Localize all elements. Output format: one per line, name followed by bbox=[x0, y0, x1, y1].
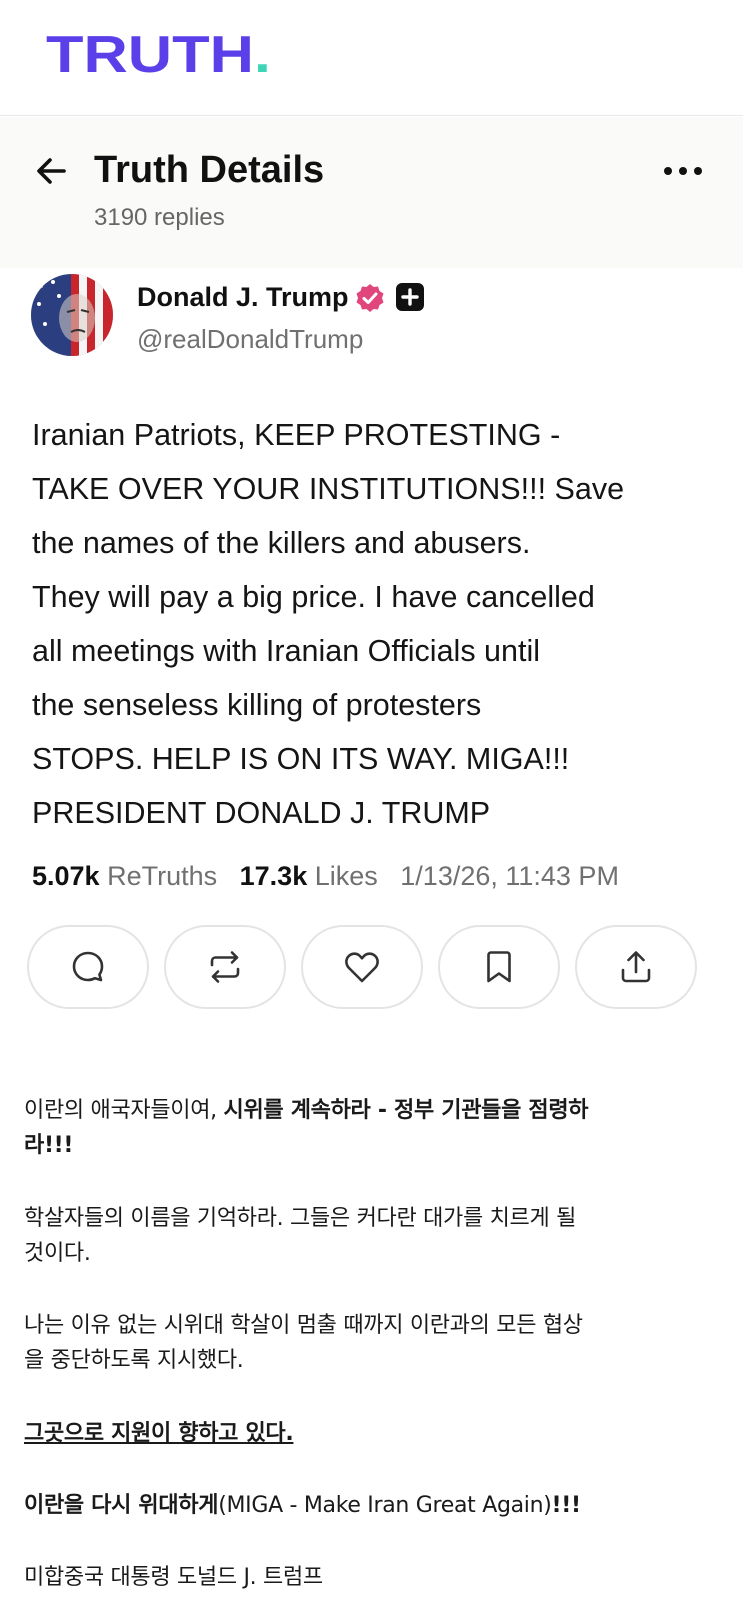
author-handle[interactable]: @realDonaldTrump bbox=[137, 322, 363, 356]
retruths-label: ReTruths bbox=[107, 861, 218, 891]
post-body: Iranian Patriots, KEEP PROTESTING - TAKE… bbox=[32, 408, 722, 840]
post-line: STOPS. HELP IS ON ITS WAY. MIGA!!! bbox=[32, 742, 570, 776]
replies-count[interactable]: 3190 replies bbox=[94, 203, 225, 233]
post-line: the names of the killers and abusers. bbox=[32, 526, 531, 560]
share-button[interactable] bbox=[575, 925, 697, 1009]
truth-logo[interactable]: TRUTH. bbox=[46, 27, 271, 83]
post-line: They will pay a big price. I have cancel… bbox=[32, 580, 595, 614]
translation-text: (MIGA - Make Iran Great Again) bbox=[218, 1493, 552, 1518]
verified-badge-icon bbox=[355, 283, 385, 313]
retruths-count[interactable]: 5.07k bbox=[32, 861, 100, 891]
translation-line: 이란의 애국자들이여, 시위를 계속하라 - 정부 기관들을 점령하 bbox=[24, 1093, 714, 1128]
post-line: PRESIDENT DONALD J. TRUMP bbox=[32, 796, 491, 830]
bookmark-icon bbox=[487, 951, 511, 983]
translation-paragraph-4: 그곳으로 지원이 향하고 있다. bbox=[24, 1416, 714, 1451]
retruth-icon bbox=[210, 951, 240, 983]
translation-paragraph-5: 이란을 다시 위대하게(MIGA - Make Iran Great Again… bbox=[24, 1488, 714, 1523]
share-icon bbox=[621, 951, 651, 983]
logo-text: TRUTH bbox=[46, 26, 254, 84]
more-button[interactable] bbox=[660, 153, 706, 189]
post-line: the senseless killing of protesters bbox=[32, 688, 482, 722]
avatar[interactable] bbox=[31, 274, 113, 356]
back-button[interactable] bbox=[34, 153, 70, 189]
translation-bold-text: 라!!! bbox=[24, 1133, 74, 1158]
translation-bold-text: 이란을 다시 위대하게 bbox=[24, 1493, 219, 1518]
post-stats: 5.07k ReTruths 17.3k Likes 1/13/26, 11:4… bbox=[32, 858, 619, 894]
translation-line: 미합중국 대통령 도널드 J. 트럼프 bbox=[24, 1565, 323, 1590]
likes-label: Likes bbox=[314, 861, 378, 891]
post-actions bbox=[27, 925, 717, 1009]
more-horizontal-icon bbox=[664, 167, 702, 175]
page-title: Truth Details bbox=[94, 149, 325, 191]
top-bar: TRUTH. bbox=[0, 0, 743, 116]
truth-plus-badge-icon bbox=[396, 283, 424, 311]
post-timestamp: 1/13/26, 11:43 PM bbox=[400, 861, 619, 891]
translation-text: 이란의 애국자들이여, bbox=[24, 1098, 224, 1123]
retruth-button[interactable] bbox=[164, 925, 286, 1009]
avatar-image bbox=[31, 274, 113, 356]
translation-bold-text: 시위를 계속하라 - 정부 기관들을 점령하 bbox=[223, 1098, 589, 1123]
bookmark-button[interactable] bbox=[438, 925, 560, 1009]
translation-line: 이란을 다시 위대하게(MIGA - Make Iran Great Again… bbox=[24, 1488, 714, 1523]
page-header: Truth Details 3190 replies bbox=[0, 117, 743, 268]
post-line: all meetings with Iranian Officials unti… bbox=[32, 634, 541, 668]
post-line: TAKE OVER YOUR INSTITUTIONS!!! Save bbox=[32, 472, 625, 506]
translation-paragraph-2: 학살자들의 이름을 기억하라. 그들은 커다란 대가를 치르게 될 것이다. bbox=[24, 1201, 714, 1271]
translation-line: 을 중단하도록 지시했다. bbox=[24, 1348, 244, 1373]
translation-paragraph-1: 이란의 애국자들이여, 시위를 계속하라 - 정부 기관들을 점령하 라!!! bbox=[24, 1093, 714, 1163]
like-button[interactable] bbox=[301, 925, 423, 1009]
translation-line: 학살자들의 이름을 기억하라. 그들은 커다란 대가를 치르게 될 bbox=[24, 1206, 577, 1231]
reply-icon bbox=[72, 951, 104, 982]
translation-paragraph-6: 미합중국 대통령 도널드 J. 트럼프 bbox=[24, 1560, 714, 1595]
like-icon bbox=[345, 952, 379, 983]
translation-underlined-text: 그곳으로 지원이 향하고 있다. bbox=[24, 1421, 294, 1446]
logo-dot: . bbox=[253, 26, 271, 84]
translation-line: 나는 이유 없는 시위대 학살이 멈출 때까지 이란과의 모든 협상 bbox=[24, 1313, 583, 1338]
likes-count[interactable]: 17.3k bbox=[240, 861, 308, 891]
author-name[interactable]: Donald J. Trump bbox=[137, 280, 349, 314]
arrow-left-icon bbox=[37, 158, 66, 184]
post-line: Iranian Patriots, KEEP PROTESTING - bbox=[32, 418, 561, 452]
translation-paragraph-3: 나는 이유 없는 시위대 학살이 멈출 때까지 이란과의 모든 협상 을 중단하… bbox=[24, 1308, 714, 1378]
translation-line: 것이다. bbox=[24, 1241, 91, 1266]
translation-bold-text: !!! bbox=[551, 1493, 582, 1518]
reply-button[interactable] bbox=[27, 925, 149, 1009]
